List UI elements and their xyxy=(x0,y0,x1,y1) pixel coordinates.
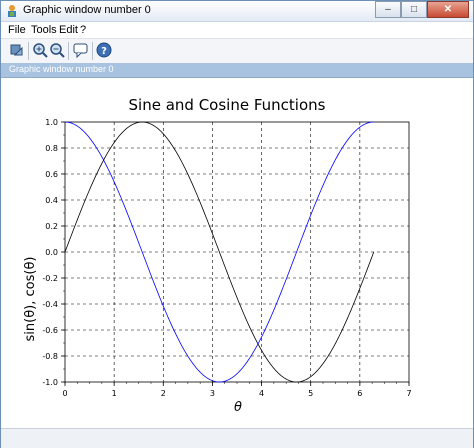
menu-edit[interactable]: Edit xyxy=(59,24,78,36)
menu-help[interactable]: ? xyxy=(80,24,86,36)
menu-bar: File Tools Edit ? xyxy=(1,22,473,38)
figure-panel-header: Graphic window number 0 xyxy=(1,63,473,78)
datatip-icon[interactable] xyxy=(73,42,89,58)
y-tick-label: 0.4 xyxy=(45,196,58,205)
toolbar-separator xyxy=(28,42,29,60)
svg-text:?: ? xyxy=(101,46,107,57)
sin-curve xyxy=(64,121,375,383)
x-tick-label: 7 xyxy=(406,389,411,398)
y-tick-label: 1.0 xyxy=(45,118,58,127)
scilab-app-icon xyxy=(8,5,16,17)
toolbar-separator xyxy=(68,42,69,60)
grid-lines xyxy=(65,122,409,382)
y-tick-label: 0.2 xyxy=(45,222,58,231)
help-icon[interactable]: ? xyxy=(96,42,112,58)
window-controls: – □ ✕ xyxy=(375,1,469,19)
x-tick-label: 5 xyxy=(308,389,313,398)
toolbar-separator xyxy=(92,42,93,60)
status-bar xyxy=(1,428,473,448)
y-tick-label: -0.8 xyxy=(42,352,58,361)
y-tick-label: 0.0 xyxy=(45,248,58,257)
close-button[interactable]: ✕ xyxy=(427,1,469,18)
sine-cosine-chart[interactable]: Sine and Cosine Functions 0 1 2 3 4 5 6 7 1.0 0.8… xyxy=(1,78,473,426)
minimize-button[interactable]: – xyxy=(375,1,401,18)
rotate-icon[interactable] xyxy=(9,42,25,58)
x-tick-label: 1 xyxy=(112,389,117,398)
x-tick-label: 3 xyxy=(210,389,215,398)
window-title: Graphic window number 0 xyxy=(23,4,151,16)
chart-title: Sine and Cosine Functions xyxy=(129,96,326,114)
x-tick-label: 2 xyxy=(161,389,166,398)
maximize-button[interactable]: □ xyxy=(401,1,427,18)
graphic-window: Graphic window number 0 – □ ✕ File Tools… xyxy=(0,0,474,448)
y-tick-label: 0.6 xyxy=(45,170,58,179)
plot-frame xyxy=(64,121,410,383)
y-axis-label: sin(θ), cos(θ) xyxy=(23,257,38,342)
y-tick-label: 0.8 xyxy=(45,144,58,153)
zoom-in-icon[interactable] xyxy=(32,42,48,58)
toolbar: ? xyxy=(1,38,473,64)
axes xyxy=(61,121,410,386)
y-tick-label: -0.2 xyxy=(42,274,58,283)
figure-panel-label: Graphic window number 0 xyxy=(9,64,114,74)
menu-tools[interactable]: Tools xyxy=(31,24,57,36)
x-tick-label: 4 xyxy=(259,389,264,398)
plot-canvas[interactable]: Sine and Cosine Functions 0 1 2 3 4 5 6 7 1.0 0.8… xyxy=(1,78,473,426)
menu-file[interactable]: File xyxy=(8,24,26,36)
y-tick-label: -1.0 xyxy=(42,378,58,387)
curves xyxy=(64,121,375,383)
x-tick-label: 0 xyxy=(62,389,67,398)
y-tick-label: -0.6 xyxy=(42,326,58,335)
title-bar[interactable]: Graphic window number 0 – □ ✕ xyxy=(1,1,473,22)
zoom-out-icon[interactable] xyxy=(49,42,65,58)
y-tick-label: -0.4 xyxy=(42,300,58,309)
x-axis-label: θ xyxy=(234,400,242,415)
x-tick-label: 6 xyxy=(357,389,362,398)
